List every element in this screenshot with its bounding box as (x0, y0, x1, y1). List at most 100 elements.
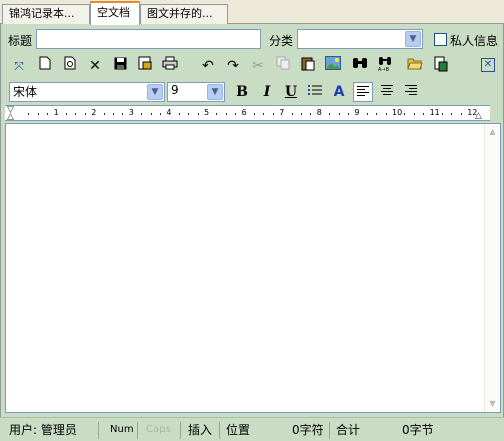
status-divider (180, 422, 181, 439)
title-row: 标题 分类 ▼ 私人信息 (1, 28, 504, 50)
italic-button[interactable]: I (257, 82, 277, 102)
format-toolbar: 宋体 ▼ 9 ▼ B I U A (5, 80, 501, 104)
font-name-value: 宋体 (13, 85, 38, 99)
private-label: 私人信息 (450, 34, 499, 48)
status-byte-count: 0字节 (402, 423, 434, 437)
ruler-number: 1 (53, 108, 59, 117)
status-total-label: 合计 (336, 423, 361, 437)
ruler-tick (460, 113, 462, 115)
tab-record-book[interactable]: 锦鸿记录本... (2, 4, 90, 24)
category-label: 分类 (269, 34, 294, 48)
ruler-tick (366, 113, 368, 115)
ruler-number: 12 (467, 108, 478, 117)
ruler-number: 5 (204, 108, 210, 117)
ruler-number: 2 (91, 108, 97, 117)
ruler-tick (329, 113, 331, 115)
tab-empty-document[interactable]: 空文档 (90, 1, 140, 25)
chevron-down-icon[interactable]: ▼ (405, 31, 421, 47)
save-icon[interactable] (110, 56, 130, 76)
find-icon[interactable] (350, 56, 370, 76)
redo-icon[interactable]: ↷ (223, 56, 243, 76)
ruler-tick (150, 113, 152, 115)
ruler-number: 7 (279, 108, 285, 117)
ruler-tick (348, 113, 349, 115)
ruler-tick (188, 113, 190, 115)
ruler-tick (66, 113, 67, 115)
document-panel: 标题 分类 ▼ 私人信息 ⤧ ✕ ↶ ↷ ✂ A→B ✕ 宋体 ▼ 9 ▼ B … (0, 24, 504, 441)
print-icon[interactable] (160, 56, 180, 76)
ruler-tick (310, 113, 312, 115)
ruler-tick (225, 113, 227, 115)
status-position: 位置 (226, 423, 251, 437)
ruler-tick (291, 113, 293, 115)
ruler-number: 3 (128, 108, 134, 117)
export-icon[interactable] (431, 56, 451, 76)
category-select[interactable]: ▼ (297, 29, 423, 49)
status-insert-mode: 插入 (188, 423, 213, 437)
scroll-up-icon[interactable]: ▲ (485, 124, 500, 140)
ruler-tick (28, 113, 30, 115)
ruler-tick (141, 113, 143, 115)
save-as-icon[interactable] (135, 56, 155, 76)
tab-strip: 锦鸿记录本... 空文档 图文并存的... (0, 0, 504, 25)
scroll-down-icon[interactable]: ▼ (485, 396, 500, 412)
underline-button[interactable]: U (281, 82, 301, 102)
ruler-tick (263, 113, 265, 115)
chevron-down-icon[interactable]: ▼ (207, 84, 223, 100)
ruler-tick (122, 113, 124, 115)
font-name-select[interactable]: 宋体 ▼ (9, 82, 165, 102)
delete-icon[interactable]: ✕ (85, 56, 105, 76)
status-bar: 用户: 管理员 Num Caps 插入 位置 0字符 合计 0字节 (0, 417, 504, 441)
font-size-value: 9 (171, 83, 179, 97)
ruler-number: 11 (429, 108, 440, 117)
font-size-select[interactable]: 9 ▼ (167, 82, 225, 102)
new-document-icon[interactable] (35, 56, 55, 76)
ruler-tick (442, 113, 443, 115)
ruler-tick (338, 113, 340, 115)
paste-icon[interactable] (298, 56, 318, 76)
ruler-tick (385, 113, 387, 115)
vertical-scrollbar[interactable]: ▲ ▼ (484, 124, 500, 412)
ruler-number: 8 (316, 108, 322, 117)
main-toolbar: ⤧ ✕ ↶ ↷ ✂ A→B ✕ (5, 54, 501, 78)
ruler: ▽ △ △ 1 2 3 4 5 6 7 8 9 10 11 12 (5, 105, 490, 121)
ruler-tick (160, 113, 161, 115)
ruler-tick (216, 113, 218, 115)
bold-button[interactable]: B (232, 82, 252, 102)
close-icon[interactable]: ✕ (481, 58, 495, 72)
tab-image-text-document[interactable]: 图文并存的... (140, 4, 228, 24)
title-label: 标题 (8, 34, 33, 48)
copy-icon[interactable] (273, 56, 293, 76)
insert-image-icon[interactable] (323, 56, 343, 76)
open-folder-icon[interactable] (405, 56, 425, 76)
align-center-icon[interactable] (377, 82, 397, 102)
chevron-down-icon[interactable]: ▼ (147, 84, 163, 100)
editor-area[interactable]: ▲ ▼ (5, 123, 501, 413)
ruler-number: 10 (392, 108, 403, 117)
status-num: Num (110, 424, 134, 435)
ruler-tick (47, 113, 49, 115)
align-left-icon[interactable] (353, 82, 373, 102)
ruler-number: 4 (166, 108, 172, 117)
cut-icon[interactable]: ✂ (248, 56, 268, 76)
refresh-icon[interactable] (60, 56, 80, 76)
ruler-tick (103, 113, 105, 115)
fullscreen-icon[interactable]: ⤧ (9, 56, 29, 76)
left-indent-marker[interactable]: △ (7, 112, 14, 120)
font-color-button[interactable]: A (329, 82, 349, 102)
replace-icon[interactable]: A→B (375, 56, 395, 76)
status-user: 用户: 管理员 (9, 423, 77, 437)
tab-label: 空文档 (97, 6, 130, 19)
align-right-icon[interactable] (401, 82, 421, 102)
ruler-tick (423, 113, 425, 115)
ruler-tick (113, 113, 114, 115)
undo-icon[interactable]: ↶ (198, 56, 218, 76)
ruler-tick (197, 113, 199, 115)
private-checkbox[interactable] (434, 33, 447, 46)
ruler-tick (451, 113, 453, 115)
ruler-tick (301, 113, 302, 115)
tab-label: 锦鸿记录本... (9, 7, 75, 20)
title-input[interactable] (36, 29, 261, 49)
ruler-number: 9 (354, 108, 360, 117)
bullet-list-icon[interactable] (305, 82, 325, 102)
